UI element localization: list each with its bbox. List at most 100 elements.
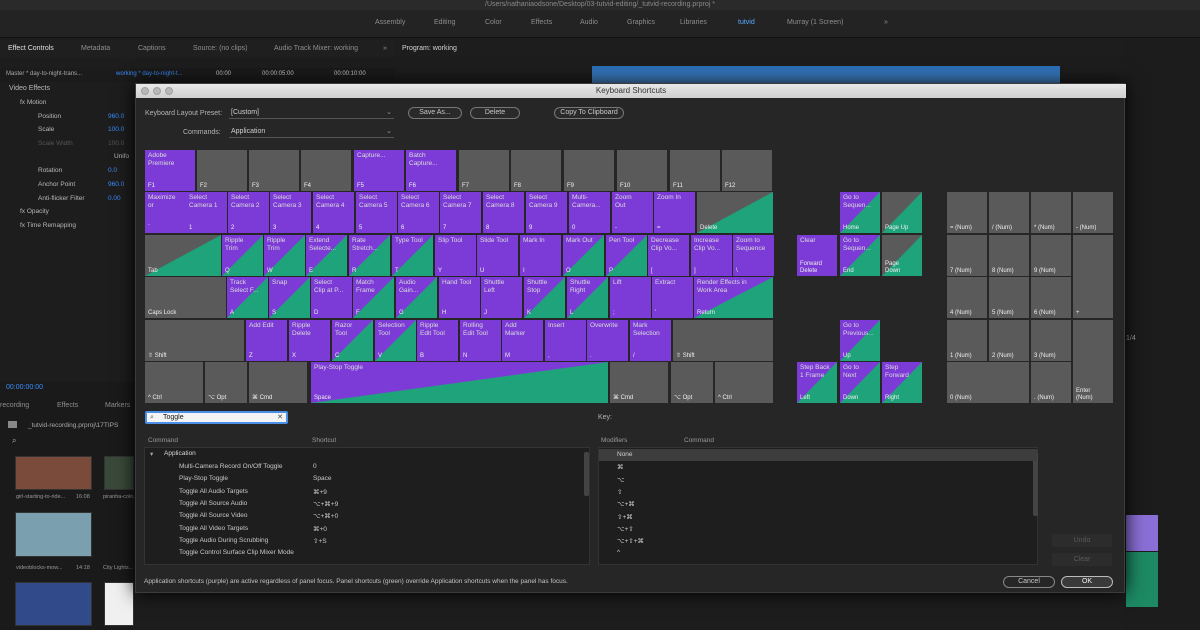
keyboard-key[interactable]: Hand Tool H bbox=[439, 277, 480, 318]
effect-row[interactable]: Unifo bbox=[0, 151, 135, 163]
keyboard-key[interactable]: Select Camera 8 8 bbox=[483, 192, 524, 233]
keyboard-key[interactable]: Select Camera 7 7 bbox=[440, 192, 481, 233]
modifier-row[interactable]: ⇧ bbox=[599, 486, 1037, 498]
keyboard-key[interactable]: Select Camera 2 2 bbox=[228, 192, 269, 233]
keyboard-key[interactable]: = (Num) bbox=[947, 192, 987, 233]
keyboard-key[interactable]: Selection Tool V bbox=[375, 320, 416, 361]
workspace-tab[interactable]: Graphics bbox=[627, 19, 655, 26]
keyboard-key[interactable]: 6 (Num) bbox=[1031, 277, 1071, 318]
keyboard-key[interactable]: Tab bbox=[145, 235, 221, 276]
keyboard-key[interactable]: Ripple Trim Q bbox=[222, 235, 263, 276]
keyboard-key[interactable]: Zoom Out - bbox=[612, 192, 653, 233]
keyboard-key[interactable]: Select Camera 9 9 bbox=[526, 192, 567, 233]
keyboard-key[interactable]: Step Forward Right bbox=[882, 362, 922, 403]
command-shortcut[interactable]: ⌥+⌘+0 bbox=[313, 512, 338, 520]
effect-value[interactable]: 100.0 bbox=[108, 126, 124, 133]
keyboard-key[interactable]: ^ Ctrl bbox=[145, 362, 203, 403]
keyboard-key[interactable]: Caps Lock bbox=[145, 277, 226, 318]
keyboard-key[interactable]: Mark In I bbox=[520, 235, 561, 276]
minimize-window-button[interactable] bbox=[153, 87, 161, 95]
workspace-tab[interactable]: Libraries bbox=[680, 19, 707, 26]
keyboard-key[interactable]: Go to Previous... Up bbox=[840, 320, 880, 361]
keyboard-key[interactable]: + bbox=[1073, 235, 1113, 318]
keyboard-key[interactable]: Select Camera 1 1 bbox=[186, 192, 227, 233]
delete-preset-button[interactable]: Delete bbox=[470, 107, 520, 119]
keyboard-key[interactable]: F12 bbox=[722, 150, 772, 191]
panel-tab[interactable]: Effect Controls bbox=[8, 45, 54, 52]
zoom-window-button[interactable] bbox=[165, 87, 173, 95]
keyboard-key[interactable]: 8 (Num) bbox=[989, 235, 1029, 276]
keyboard-key[interactable]: Mark Selection / bbox=[630, 320, 671, 361]
workspace-tab[interactable]: Color bbox=[485, 19, 502, 26]
keyboard-key[interactable]: Select Clip at P... D bbox=[311, 277, 352, 318]
keyboard-key[interactable]: Page Down bbox=[882, 235, 922, 276]
keyboard-key[interactable]: F11 bbox=[670, 150, 720, 191]
command-row[interactable]: Toggle All Audio Targets ⌘+9 bbox=[145, 486, 589, 498]
close-window-button[interactable] bbox=[141, 87, 149, 95]
effect-row[interactable]: Scale Width 100.0 bbox=[0, 138, 135, 150]
keyboard-key[interactable]: 7 (Num) bbox=[947, 235, 987, 276]
effect-value[interactable]: 960.0 bbox=[108, 113, 124, 120]
command-shortcut[interactable]: ⌘+0 bbox=[313, 525, 327, 533]
command-row[interactable]: Toggle Audio During Scrubbing ⇧+S bbox=[145, 535, 589, 547]
panel-tab[interactable]: » bbox=[383, 45, 387, 52]
column-shortcut[interactable]: Shortcut bbox=[312, 437, 336, 444]
keyboard-key[interactable]: 9 (Num) bbox=[1031, 235, 1071, 276]
keyboard-key[interactable]: Add Marker M bbox=[502, 320, 543, 361]
keyboard-key[interactable]: 4 (Num) bbox=[947, 277, 987, 318]
keyboard-key[interactable]: Shuttle Left J bbox=[481, 277, 522, 318]
keyboard-key[interactable]: Adobe Premiere F1 bbox=[145, 150, 195, 191]
modifier-row[interactable]: ⌘ bbox=[599, 461, 1037, 473]
effect-value[interactable]: 0.00 bbox=[108, 195, 121, 202]
keyboard-key[interactable]: ⌥ Opt bbox=[671, 362, 713, 403]
keyboard-key[interactable]: 0 (Num) bbox=[947, 362, 1029, 403]
column-command-2[interactable]: Command bbox=[684, 437, 714, 444]
modifier-row[interactable]: ⇧+⌘ bbox=[599, 511, 1037, 523]
media-thumbnail[interactable] bbox=[104, 582, 134, 626]
keyboard-key[interactable]: Go to Next Down bbox=[840, 362, 880, 403]
keyboard-key[interactable]: Audio Gain... G bbox=[396, 277, 437, 318]
modifier-row[interactable]: ^ bbox=[599, 547, 1037, 559]
keyboard-key[interactable]: Type Tool T bbox=[392, 235, 433, 276]
keyboard-key[interactable]: Play-Stop Toggle Space bbox=[311, 362, 608, 403]
panel-tab[interactable]: Captions bbox=[138, 45, 166, 52]
workspace-tab[interactable]: tutvid bbox=[738, 19, 755, 26]
keyboard-key[interactable]: Snap S bbox=[269, 277, 310, 318]
panel-tab[interactable]: Metadata bbox=[81, 45, 110, 52]
panel-tab[interactable]: Source: (no clips) bbox=[193, 45, 247, 52]
command-row[interactable]: Toggle Control Surface Clip Mixer Mode bbox=[145, 547, 589, 559]
command-row[interactable]: Toggle All Video Targets ⌘+0 bbox=[145, 523, 589, 535]
effect-row[interactable]: Anchor Point 960.0 bbox=[0, 179, 135, 191]
keyboard-key[interactable]: Add Edit Z bbox=[246, 320, 287, 361]
keyboard-key[interactable]: Track Select F... A bbox=[227, 277, 268, 318]
keyboard-key[interactable]: Go to Sequen... End bbox=[840, 235, 880, 276]
modifier-row[interactable]: None bbox=[599, 449, 1037, 461]
keyboard-key[interactable]: F7 bbox=[459, 150, 509, 191]
effect-value[interactable]: 0.0 bbox=[108, 167, 117, 174]
keyboard-key[interactable]: 2 (Num) bbox=[989, 320, 1029, 361]
keyboard-key[interactable]: Ripple Trim W bbox=[264, 235, 305, 276]
media-thumbnail[interactable] bbox=[104, 456, 134, 490]
keyboard-key[interactable]: 5 (Num) bbox=[989, 277, 1029, 318]
keyboard-key[interactable]: F3 bbox=[249, 150, 299, 191]
project-tab[interactable]: Effects bbox=[57, 402, 78, 409]
keyboard-key[interactable]: . (Num) bbox=[1031, 362, 1071, 403]
program-monitor-tab[interactable]: Program: working bbox=[402, 45, 457, 52]
modifier-row[interactable]: ⌥ bbox=[599, 474, 1037, 486]
clear-search-icon[interactable]: ✕ bbox=[277, 413, 283, 422]
keyboard-key[interactable]: ^ Ctrl bbox=[715, 362, 773, 403]
column-command[interactable]: Command bbox=[148, 437, 178, 444]
effect-row[interactable]: Rotation 0.0 bbox=[0, 165, 135, 177]
project-tab[interactable]: Markers bbox=[105, 402, 130, 409]
keyboard-key[interactable]: F8 bbox=[511, 150, 561, 191]
media-thumbnail[interactable] bbox=[15, 582, 92, 626]
command-shortcut[interactable]: ⌥+⌘+9 bbox=[313, 500, 338, 508]
keyboard-key[interactable]: Decrease Clip Vo... [ bbox=[648, 235, 689, 276]
keyboard-key[interactable]: Razor Tool C bbox=[332, 320, 373, 361]
workspace-tab[interactable]: Audio bbox=[580, 19, 598, 26]
modifier-row[interactable]: ⌥+⇧+⌘ bbox=[599, 535, 1037, 547]
command-shortcut[interactable]: Space bbox=[313, 475, 331, 482]
keyboard-key[interactable]: Zoom In = bbox=[654, 192, 695, 233]
keyboard-key[interactable]: F2 bbox=[197, 150, 247, 191]
keyboard-key[interactable]: Lift; bbox=[610, 277, 651, 318]
